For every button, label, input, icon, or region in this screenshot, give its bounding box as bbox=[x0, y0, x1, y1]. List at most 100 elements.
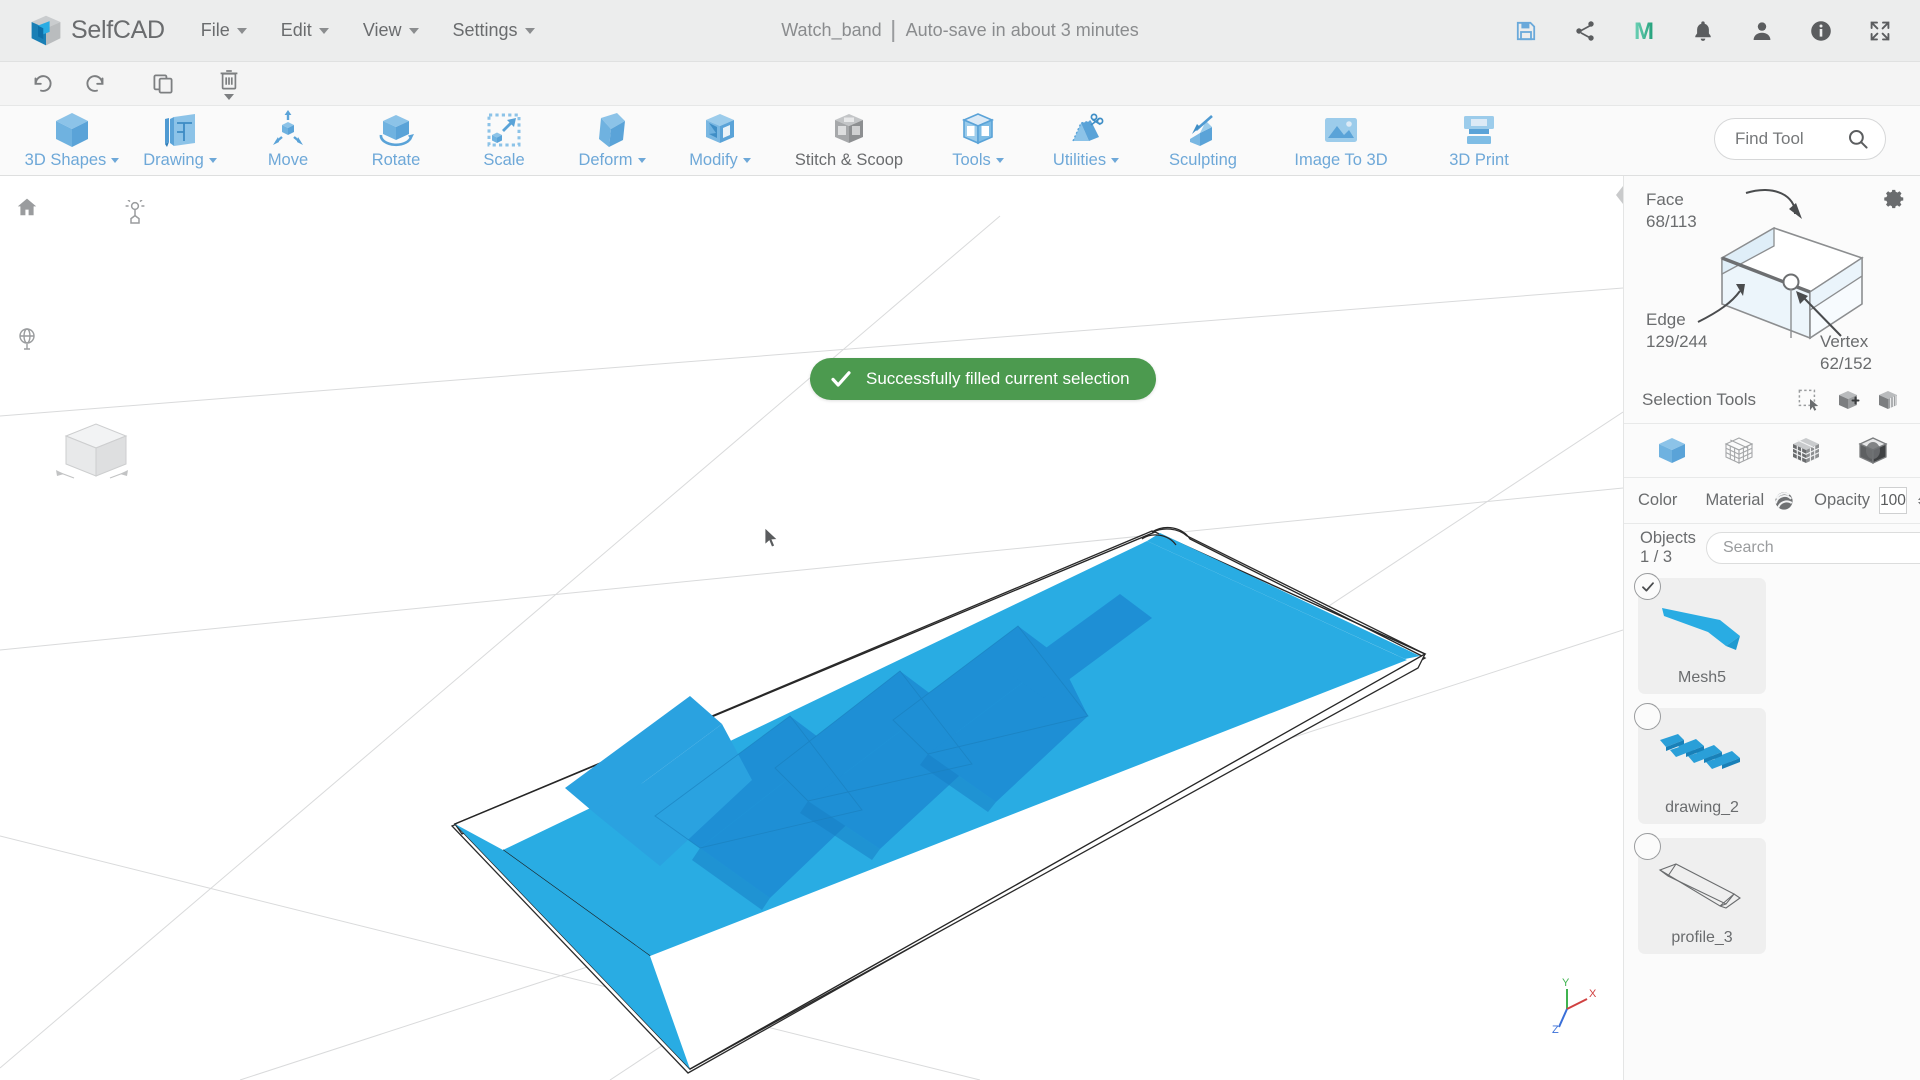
object-selected-checkbox[interactable] bbox=[1634, 833, 1661, 860]
utilities-icon bbox=[1065, 110, 1107, 150]
selfcad-app: SelfCAD File Edit View Settings Watch_ba… bbox=[0, 0, 1920, 1080]
tool-3d-print-label: 3D Print bbox=[1449, 151, 1509, 169]
object-card-profile-3[interactable]: profile_3 bbox=[1634, 833, 1766, 954]
chevron-down-icon bbox=[208, 158, 217, 163]
viewport-panel-collapse-handle[interactable] bbox=[1616, 186, 1623, 204]
tool-3d-print[interactable]: 3D Print bbox=[1416, 106, 1542, 176]
edit-toolbar bbox=[0, 62, 1920, 106]
tool-sculpting[interactable]: Sculpting bbox=[1140, 106, 1266, 176]
tool-deform-label: Deform bbox=[578, 151, 633, 169]
edge-label: Edge bbox=[1646, 310, 1686, 329]
opacity-label: Opacity bbox=[1814, 491, 1871, 509]
tool-3d-shapes[interactable]: 3D Shapes bbox=[18, 106, 126, 176]
mouse-cursor bbox=[764, 527, 781, 555]
object-card-drawing-2[interactable]: drawing_2 bbox=[1634, 703, 1766, 824]
object-thumbnail-profile-3 bbox=[1638, 846, 1766, 924]
navigation-cube[interactable] bbox=[52, 414, 134, 499]
tool-image-to-3d-label: Image To 3D bbox=[1294, 151, 1388, 169]
objects-search-input[interactable] bbox=[1722, 539, 1920, 557]
redo-button[interactable] bbox=[80, 67, 114, 101]
object-mode-icon[interactable] bbox=[1652, 431, 1692, 471]
axis-label-z: Z bbox=[1552, 1024, 1559, 1035]
tool-drawing[interactable]: Drawing bbox=[126, 106, 234, 176]
tool-scale-label: Scale bbox=[483, 151, 525, 169]
move-icon bbox=[267, 110, 309, 150]
cube-icon bbox=[51, 110, 93, 150]
notifications-bell-icon[interactable] bbox=[1689, 17, 1717, 45]
menu-view[interactable]: View bbox=[353, 14, 429, 47]
chevron-down-icon bbox=[637, 158, 646, 163]
viewport-canvas[interactable] bbox=[0, 176, 1623, 1080]
selection-tools-row: Selection Tools bbox=[1624, 376, 1920, 424]
m-logo-icon[interactable]: M bbox=[1630, 17, 1658, 45]
find-tool-label: Find Tool bbox=[1735, 129, 1804, 148]
tool-move-label: Move bbox=[267, 151, 309, 169]
fullscreen-icon[interactable] bbox=[1866, 17, 1894, 45]
tool-tools-label: Tools bbox=[952, 151, 991, 169]
menu-edit[interactable]: Edit bbox=[271, 14, 339, 47]
chevron-down-icon bbox=[742, 158, 751, 163]
globe-orbit-icon[interactable] bbox=[10, 322, 44, 356]
object-name-drawing-2: drawing_2 bbox=[1665, 799, 1739, 816]
menu-settings[interactable]: Settings bbox=[443, 14, 545, 47]
scale-icon bbox=[483, 110, 525, 150]
delete-button[interactable] bbox=[212, 67, 246, 101]
tool-utilities[interactable]: Utilities bbox=[1032, 106, 1140, 176]
material-sphere-icon[interactable] bbox=[1773, 490, 1795, 512]
tool-sculpting-label: Sculpting bbox=[1169, 151, 1237, 169]
share-icon[interactable] bbox=[1571, 17, 1599, 45]
face-mode-icon[interactable] bbox=[1786, 431, 1826, 471]
face-label: Face bbox=[1646, 190, 1684, 209]
objects-search[interactable] bbox=[1705, 532, 1920, 564]
user-account-icon[interactable] bbox=[1748, 17, 1776, 45]
info-icon[interactable] bbox=[1807, 17, 1835, 45]
tool-image-to-3d[interactable]: Image To 3D bbox=[1266, 106, 1416, 176]
rotate-icon bbox=[375, 110, 417, 150]
menu-settings-label: Settings bbox=[452, 20, 518, 40]
axis-gizmo: Y X Z bbox=[1549, 975, 1601, 1040]
tool-drawing-label: Drawing bbox=[143, 151, 204, 169]
undo-button[interactable] bbox=[24, 67, 58, 101]
document-title[interactable]: Watch_band bbox=[781, 20, 881, 41]
viewport-left-tools bbox=[10, 190, 145, 356]
object-name-mesh5: Mesh5 bbox=[1677, 669, 1727, 686]
tool-scale[interactable]: Scale bbox=[450, 106, 558, 176]
vertex-mode-icon[interactable] bbox=[1719, 431, 1759, 471]
menu-edit-label: Edit bbox=[280, 20, 312, 40]
tool-deform[interactable]: Deform bbox=[558, 106, 666, 176]
menu-file-label: File bbox=[200, 20, 230, 40]
image-to-3d-icon bbox=[1320, 110, 1362, 150]
sculpting-icon bbox=[1182, 110, 1224, 150]
vertex-value: 62/152 bbox=[1820, 353, 1872, 373]
lighting-icon[interactable] bbox=[118, 196, 152, 230]
tools-icon bbox=[957, 110, 999, 150]
object-selected-checkbox[interactable] bbox=[1634, 573, 1661, 600]
opacity-input[interactable]: 100 bbox=[1879, 487, 1907, 514]
color-label: Color bbox=[1638, 491, 1678, 509]
tool-tools[interactable]: Tools bbox=[924, 106, 1032, 176]
tool-stitch-scoop-label: Stitch & Scoop bbox=[794, 151, 904, 169]
drawing-icon bbox=[159, 110, 201, 150]
object-card-mesh5[interactable]: Mesh5 bbox=[1634, 573, 1766, 694]
toast-notification: Successfully filled current selection bbox=[810, 358, 1156, 400]
tool-move[interactable]: Move bbox=[234, 106, 342, 176]
selection-tools-label: Selection Tools bbox=[1642, 389, 1757, 409]
objects-header-row: Objects 1 / 3 bbox=[1624, 524, 1920, 572]
save-icon[interactable] bbox=[1512, 17, 1540, 45]
tool-rotate[interactable]: Rotate bbox=[342, 106, 450, 176]
home-view-icon[interactable] bbox=[10, 190, 44, 224]
viewport-3d[interactable]: Y X Z Successfully filled current select… bbox=[0, 176, 1623, 1080]
polygon-mode-icon[interactable] bbox=[1853, 431, 1893, 471]
autosave-status: Auto-save in about 3 minutes bbox=[905, 20, 1139, 40]
menu-file[interactable]: File bbox=[191, 14, 257, 47]
brand[interactable]: SelfCAD bbox=[28, 13, 165, 49]
tool-stitch-scoop[interactable]: Stitch & Scoop bbox=[774, 106, 924, 176]
add-selection-icon[interactable] bbox=[1836, 387, 1862, 413]
edge-value: 129/244 bbox=[1646, 331, 1708, 351]
rect-select-icon[interactable] bbox=[1796, 387, 1822, 413]
copy-button[interactable] bbox=[146, 67, 180, 101]
find-tool-search[interactable]: Find Tool bbox=[1714, 118, 1886, 160]
loop-selection-icon[interactable] bbox=[1876, 387, 1902, 413]
tool-modify[interactable]: Modify bbox=[666, 106, 774, 176]
object-selected-checkbox[interactable] bbox=[1634, 703, 1661, 730]
